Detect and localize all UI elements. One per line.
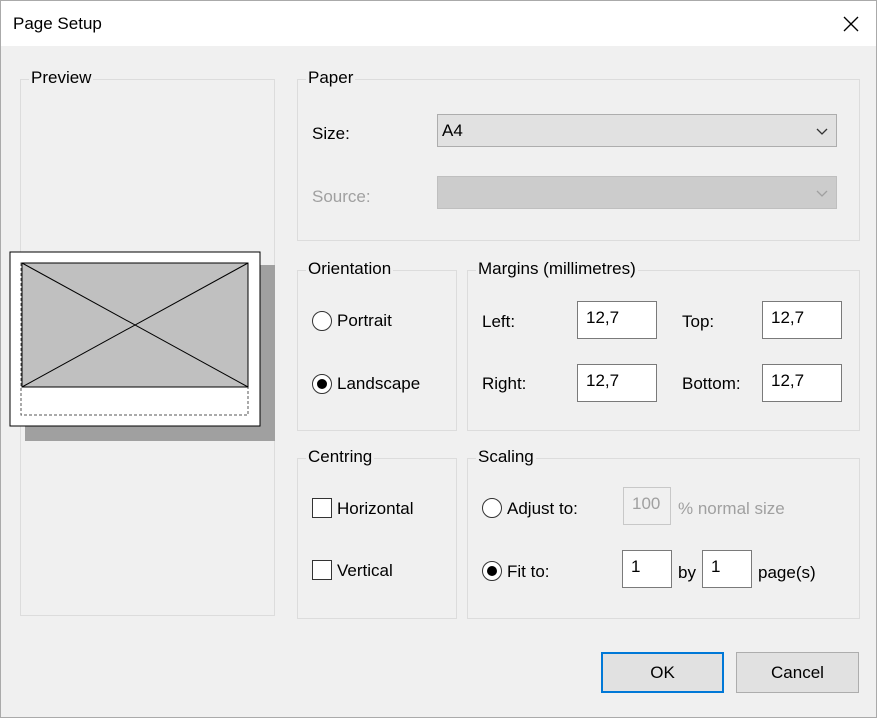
right-margin-input[interactable]: 12,7 (577, 364, 657, 402)
chevron-down-icon (816, 190, 828, 197)
adjust-percent-input[interactable]: 100 (623, 487, 671, 525)
top-margin-label: Top: (682, 312, 715, 331)
portrait-radio[interactable] (312, 311, 332, 331)
adjust-to-label[interactable]: Adjust to: (507, 499, 578, 519)
close-button[interactable] (836, 9, 866, 39)
close-icon (843, 16, 859, 32)
adjust-to-radio[interactable] (482, 498, 502, 518)
bottom-margin-label: Bottom: (682, 374, 741, 393)
fit-pages-wide-input[interactable]: 1 (622, 550, 672, 588)
portrait-label[interactable]: Portrait (337, 311, 392, 331)
vertical-label[interactable]: Vertical (337, 561, 393, 581)
landscape-radio[interactable] (312, 374, 332, 394)
scaling-group-label: Scaling (476, 447, 536, 467)
paper-group-label: Paper (306, 68, 356, 88)
source-label: Source: (312, 187, 371, 206)
cancel-button[interactable]: Cancel (736, 652, 859, 693)
bottom-margin-input[interactable]: 12,7 (762, 364, 842, 402)
margins-group-label: Margins (millimetres) (476, 259, 638, 279)
window-title: Page Setup (13, 14, 102, 33)
fit-to-label[interactable]: Fit to: (507, 562, 550, 582)
fit-to-radio[interactable] (482, 561, 502, 581)
vertical-checkbox[interactable] (312, 560, 332, 580)
title-bar: Page Setup (0, 0, 877, 46)
source-dropdown[interactable] (437, 176, 837, 209)
size-label: Size: (312, 124, 350, 143)
page-preview (9, 251, 275, 441)
scaling-group: Scaling (467, 447, 860, 619)
orientation-group-label: Orientation (306, 259, 394, 279)
fit-pages-tall-input[interactable]: 1 (702, 550, 752, 588)
paper-group: Paper (297, 68, 860, 241)
size-dropdown[interactable]: A4 (437, 114, 837, 147)
orientation-group: Orientation (297, 259, 457, 431)
left-margin-label: Left: (482, 312, 516, 331)
dialog-body: Preview Paper Size: A4 Source: Orientati… (0, 46, 877, 718)
by-label: by (678, 563, 696, 582)
chevron-down-icon (816, 128, 828, 135)
centring-group: Centring (297, 447, 457, 619)
size-value: A4 (442, 121, 463, 140)
top-margin-input[interactable]: 12,7 (762, 301, 842, 339)
landscape-label[interactable]: Landscape (337, 374, 420, 394)
ok-button[interactable]: OK (601, 652, 724, 693)
pages-label: page(s) (758, 563, 816, 582)
horizontal-checkbox[interactable] (312, 498, 332, 518)
horizontal-label[interactable]: Horizontal (337, 499, 414, 519)
margins-group: Margins (millimetres) (467, 259, 860, 431)
adjust-suffix-label: % normal size (678, 499, 785, 518)
centring-group-label: Centring (306, 447, 375, 467)
left-margin-input[interactable]: 12,7 (577, 301, 657, 339)
preview-group-label: Preview (29, 68, 94, 88)
right-margin-label: Right: (482, 374, 527, 393)
